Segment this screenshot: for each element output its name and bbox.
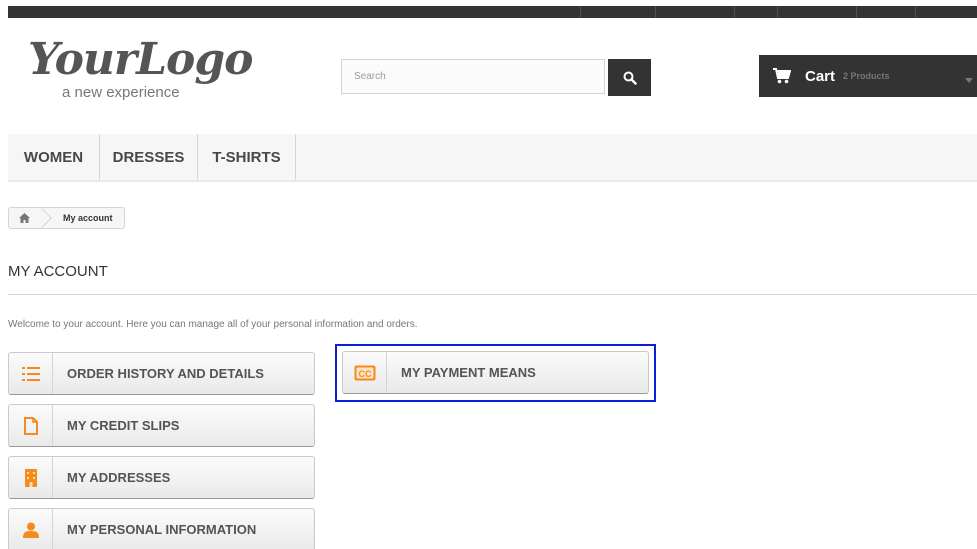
main-menu: WOMEN DRESSES T-SHIRTS: [8, 134, 977, 182]
credit-slips-label: MY CREDIT SLIPS: [67, 418, 180, 433]
menu-item-women[interactable]: WOMEN: [8, 134, 100, 180]
chevron-down-icon: [965, 71, 973, 89]
top-bar: [8, 6, 977, 18]
selection-highlight: [335, 344, 656, 402]
order-history-button[interactable]: ORDER HISTORY AND DETAILS: [8, 352, 315, 395]
breadcrumb-current: My account: [63, 213, 113, 223]
order-history-label: ORDER HISTORY AND DETAILS: [67, 366, 264, 381]
personal-information-label: MY PERSONAL INFORMATION: [67, 522, 257, 537]
search-icon: [623, 71, 637, 85]
search-button[interactable]: [608, 59, 651, 96]
user-icon: [22, 522, 39, 538]
addresses-button[interactable]: MY ADDRESSES: [8, 456, 315, 499]
divider: [8, 294, 977, 295]
welcome-text: Welcome to your account. Here you can ma…: [8, 319, 418, 330]
credit-slips-button[interactable]: MY CREDIT SLIPS: [8, 404, 315, 447]
cart-button[interactable]: Cart 2 Products: [759, 55, 977, 97]
logo-name: YourLogo: [28, 34, 254, 85]
building-icon: [24, 468, 37, 487]
personal-information-button[interactable]: MY PERSONAL INFORMATION: [8, 508, 315, 549]
menu-item-dresses[interactable]: DRESSES: [100, 134, 198, 180]
list-icon: [21, 366, 40, 381]
shopping-cart-icon: [773, 68, 791, 84]
cart-label: Cart: [805, 67, 836, 85]
addresses-label: MY ADDRESSES: [67, 470, 171, 485]
file-icon: [23, 416, 38, 435]
logo-tagline: a new experience: [62, 84, 180, 101]
menu-item-t-shirts[interactable]: T-SHIRTS: [198, 134, 296, 180]
search-input[interactable]: Search: [341, 59, 605, 94]
page: YourLogo a new experience Search Cart 2 …: [0, 0, 977, 549]
cart-count: 2 Products: [843, 71, 890, 81]
logo[interactable]: YourLogo a new experience: [28, 36, 278, 106]
home-icon: [18, 213, 30, 223]
breadcrumb: My account: [8, 207, 125, 229]
page-title: MY ACCOUNT: [8, 263, 108, 280]
